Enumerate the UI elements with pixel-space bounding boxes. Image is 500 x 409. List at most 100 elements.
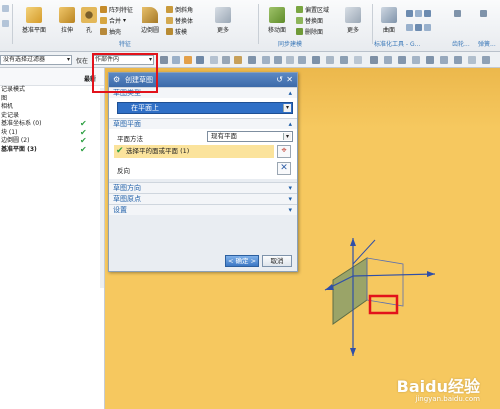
edge-blend-button[interactable]: 边倒圆 [136,5,164,39]
measure-icon[interactable] [354,56,362,64]
sketch-origin-label: 草图原点 [113,195,141,203]
navigator-tree: 记录模式图相机 史记录 基准坐标系 (0) ✔ 块 (1) ✔ 边倒圆 (2) ✔ 基准平面 (… [0,86,104,154]
navigator-item[interactable]: 史记录 [0,112,104,121]
spring-tool[interactable] [480,10,487,17]
navigator-item[interactable]: 边倒圆 (2) ✔ [0,137,104,146]
circle-icon[interactable] [412,56,420,64]
offset-region-button[interactable]: 偏置区域 [296,5,329,14]
section-icon[interactable] [340,56,348,64]
shell-label: 抽壳 [109,29,122,36]
move-face-label: 移动面 [267,27,286,34]
chevron-down-icon: ▾ [283,133,291,140]
checkmark-icon: ✔ [80,144,87,154]
settings-section-header[interactable]: 设置 ▾ [109,204,297,215]
arc-icon[interactable] [398,56,406,64]
orient-icon[interactable] [312,56,320,64]
sketch-direction-section-header[interactable]: 草图方向 ▾ [109,182,297,193]
sync-more-button[interactable]: 更多 [340,5,366,39]
reset-icon[interactable]: ↺ [276,73,283,87]
select-planar-face-row[interactable]: ✔ 选择平的面或平面 (1) [114,145,274,158]
standard-tools-group: 曲面 标准化工具 - G... [374,2,452,50]
gear-tool[interactable] [454,10,461,17]
navigator-item[interactable]: 基准坐标系 (0) ✔ [0,120,104,129]
cancel-button[interactable]: 取消 [262,255,292,267]
reverse-icon: ✕ [280,163,288,173]
point-tool-icon[interactable] [426,56,434,64]
plane-method-select[interactable]: 现有平面 ▾ [207,131,293,142]
replace-face-button[interactable]: 替换面 [296,16,323,25]
grid-icon[interactable] [210,56,218,64]
navigator-item[interactable]: 图 [0,95,104,104]
reverse-direction-button[interactable]: ✕ [277,162,291,175]
chamfer-label: 倒斜角 [175,7,194,14]
nx-window: 基准平面 拉伸 孔 阵列特征 合并▾ 抽壳 边倒圆 倒斜角 替换体 拔模 更多 [0,0,500,409]
mid-icon[interactable] [482,56,490,64]
fit-icon[interactable] [262,56,270,64]
filter-icon[interactable] [196,56,204,64]
plane-method-value: 现有平面 [211,132,237,140]
shell-icon [100,28,107,35]
navigator-item-label: 基准坐标系 (0) [1,120,42,127]
select-icon[interactable] [172,56,180,64]
draft-icon [166,28,173,35]
close-icon[interactable]: ✕ [286,73,293,87]
wire-icon[interactable] [326,56,334,64]
pan-icon[interactable] [298,56,306,64]
replace-body-button[interactable]: 替换体 [166,16,193,25]
navigator-item[interactable]: 块 (1) ✔ [0,128,104,138]
shade-icon[interactable] [234,56,242,64]
move-face-button[interactable]: 移动面 [262,5,292,39]
watermark-domain: jingyan.baidu.com [415,395,480,403]
feature-group: 基准平面 拉伸 孔 阵列特征 合并▾ 抽壳 边倒圆 倒斜角 替换体 拔模 更多 [14,2,239,50]
shell-button[interactable]: 抽壳 [100,27,121,36]
point-icon[interactable] [184,56,192,64]
sketch-origin-section-header[interactable]: 草图原点 ▾ [109,193,297,204]
hole-label: 孔 [85,27,92,34]
datum-plane-icon [26,7,42,23]
datum-plane-button[interactable]: 基准平面 [16,5,52,39]
ribbon-left-edge [2,5,9,12]
navigator-item[interactable]: 记录模式 [0,86,104,95]
sketch-plane-section-header[interactable]: 草图平面 ▴ [109,118,297,129]
navigator-item[interactable]: 基准平面 (3) ✔ [0,144,104,155]
type-filter-combo[interactable]: 没有选择过滤器 ▾ [0,55,72,65]
delete-face-label: 删除面 [305,29,324,36]
sync-more-label: 更多 [346,27,359,34]
unite-label: 合并 [109,18,122,25]
curve-icon[interactable] [384,56,392,64]
tangent-icon[interactable] [440,56,448,64]
pattern-feature-button[interactable]: 阵列特征 [100,5,133,14]
sketch-type-body: 在平面上 ▾ [109,98,297,118]
zoom-icon[interactable] [274,56,282,64]
navigator-scrollbar[interactable] [100,88,104,288]
ok-button[interactable]: < 确定 > [225,255,259,267]
delete-face-icon [296,28,303,35]
std-tool-icons-2[interactable] [406,24,431,31]
chamfer-button[interactable]: 倒斜角 [166,5,193,14]
replace-body-icon [166,17,173,24]
snap-icon[interactable] [160,56,168,64]
end-icon[interactable] [468,56,476,64]
std-tool-icons[interactable] [406,10,431,17]
normal-icon[interactable] [454,56,462,64]
hole-button[interactable]: 孔 [80,5,98,39]
line-icon[interactable] [370,56,378,64]
plane-dialog-button[interactable]: ⌖ [277,145,291,158]
navigator-item[interactable]: 相机 [0,103,104,112]
type-filter-value: 没有选择过滤器 [3,56,46,63]
feature-more-button[interactable]: 更多 [210,5,236,39]
draft-button[interactable]: 拔模 [166,27,187,36]
create-sketch-dialog: ⚙ 创建草图 ↺ ✕ 草图类型 ▴ 在平面上 ▾ 草图平面 ▴ 平面方法 现有平… [108,72,298,272]
sketch-type-select[interactable]: 在平面上 ▾ [117,102,293,114]
view-icon[interactable] [248,56,256,64]
move-face-icon [269,7,285,23]
delete-face-button[interactable]: 删除面 [296,27,323,36]
layer-icon[interactable] [222,56,230,64]
extrude-button[interactable]: 拉伸 [54,5,80,39]
y-arrow-icon [427,271,435,277]
rotate-icon[interactable] [286,56,294,64]
unite-button[interactable]: 合并 ▾ [100,16,126,25]
reverse-direction-label: 反向 [117,167,130,175]
replace-body-label: 替换体 [175,18,194,25]
surface-button[interactable]: 曲面 [376,5,402,39]
